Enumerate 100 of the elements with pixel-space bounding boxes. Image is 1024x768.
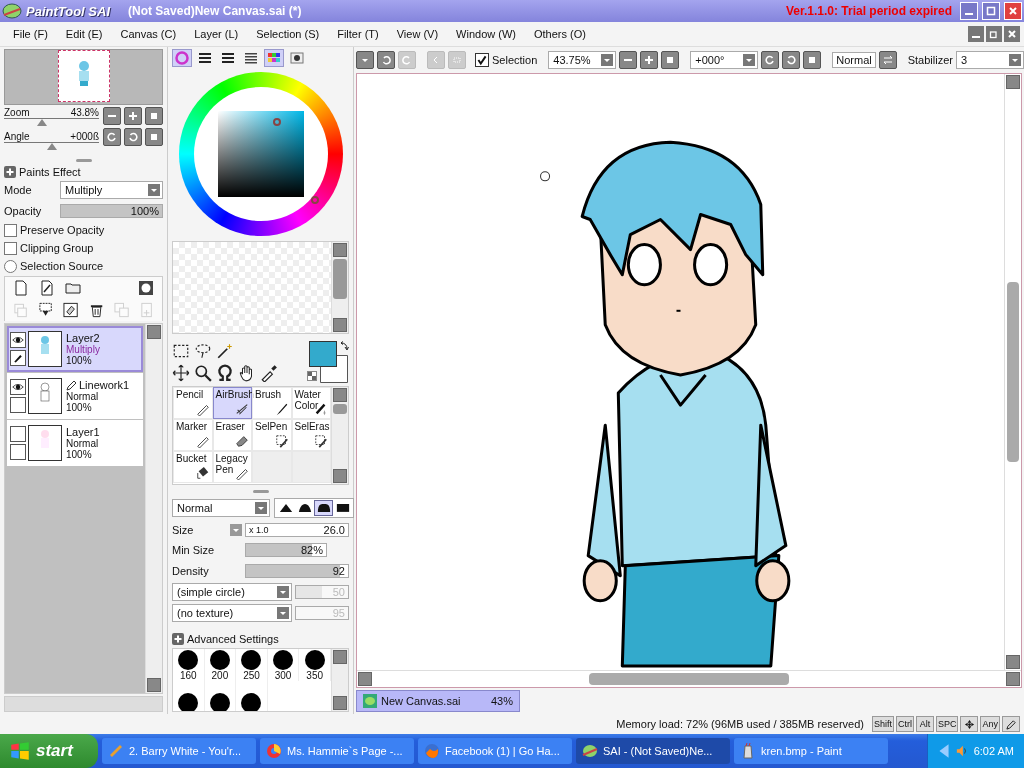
scrollbar[interactable] [331, 386, 348, 484]
zoom-slider[interactable] [4, 118, 99, 127]
scrollbar[interactable] [1004, 74, 1021, 670]
zoom-in-button[interactable] [640, 51, 659, 69]
brush-shape-option[interactable] [314, 499, 333, 516]
start-button[interactable]: start [0, 734, 98, 768]
rotate-left-button[interactable] [761, 51, 780, 69]
rotate-right-button[interactable] [124, 128, 142, 146]
caret-icon[interactable] [230, 523, 242, 536]
taskbar-item[interactable]: kren.bmp - Paint [734, 738, 888, 764]
reset-angle-button[interactable] [145, 128, 163, 146]
taskbar-item[interactable]: Facebook (1) | Go Ha... [418, 738, 572, 764]
trash-icon[interactable] [88, 302, 104, 318]
edit-toggle[interactable] [10, 350, 26, 366]
swap-colors-icon[interactable] [339, 340, 349, 351]
new-layer-icon[interactable] [13, 280, 29, 296]
color-panel-tab[interactable] [172, 49, 192, 67]
brush-tool[interactable]: Legacy Pen [212, 450, 252, 483]
blend-mode-dropdown[interactable]: Normal [172, 498, 270, 517]
scroll-up-button[interactable] [333, 387, 347, 402]
stabilizer-dropdown[interactable]: 3 [955, 51, 1024, 69]
eyedropper-icon[interactable] [260, 363, 278, 382]
lasso-icon[interactable] [194, 341, 212, 360]
scrollbar[interactable] [331, 242, 348, 333]
default-colors-icon[interactable] [307, 370, 317, 381]
brush-tool[interactable]: SelEras [291, 418, 331, 451]
folder-icon[interactable] [65, 280, 81, 296]
speaker-icon[interactable] [955, 743, 968, 759]
swatch-area[interactable] [173, 242, 331, 333]
maximize-button[interactable] [982, 2, 1000, 20]
brush-size-preset[interactable]: 350 [299, 649, 331, 681]
brush-tool[interactable]: Brush [252, 386, 292, 419]
menu-item[interactable]: Others (O) [524, 28, 595, 40]
menu-item[interactable]: File (F) [4, 28, 57, 40]
scroll-down-button[interactable] [333, 468, 347, 483]
rotate-left-button[interactable] [103, 128, 121, 146]
checkbox[interactable] [475, 53, 489, 67]
minimize-button[interactable] [960, 2, 978, 20]
menu-item[interactable]: Selection (S) [247, 28, 329, 40]
reset-angle-button[interactable] [803, 51, 822, 69]
angle-dropdown[interactable]: +000° [690, 51, 759, 69]
move-icon[interactable] [172, 363, 190, 382]
taskbar-item[interactable]: 2. Barry White - You'r... [102, 738, 256, 764]
secondary-color[interactable] [320, 354, 348, 383]
layer-row[interactable]: Layer2 Multiply 100% [7, 326, 143, 372]
brush-size-preset[interactable]: 300 [267, 649, 300, 681]
scroll-thumb[interactable] [589, 673, 789, 685]
radio-button[interactable] [4, 259, 17, 273]
zoom-dropdown[interactable]: 43.75% [548, 51, 617, 69]
visibility-toggle[interactable] [10, 332, 26, 348]
scroll-thumb[interactable] [1007, 282, 1019, 462]
menu-item[interactable]: Layer (L) [185, 28, 248, 40]
menu-item[interactable]: Canvas (C) [111, 28, 186, 40]
taskbar-item[interactable]: Ms. Hammie`s Page -... [260, 738, 414, 764]
close-button[interactable] [1004, 26, 1020, 42]
blend-mode-field[interactable]: Normal [832, 52, 876, 68]
scroll-thumb[interactable] [333, 403, 347, 414]
checkbox[interactable] [4, 223, 17, 237]
zoom-in-button[interactable] [124, 107, 142, 125]
layer-row[interactable]: Layer1 Normal 100% [7, 420, 143, 466]
scroll-down-button[interactable] [333, 317, 347, 332]
primary-color[interactable] [309, 340, 337, 367]
scroll-thumb[interactable] [333, 259, 347, 299]
brush-size-preset[interactable]: 160 [173, 649, 205, 681]
taskbar-item[interactable]: SAI - (Not Saved)Ne... [576, 738, 730, 764]
brush-tool[interactable]: Bucket [173, 450, 213, 483]
merge-down-icon[interactable] [38, 302, 54, 318]
expand-icon[interactable] [172, 633, 184, 645]
mode-dropdown[interactable]: Multiply [60, 180, 163, 199]
visibility-toggle[interactable] [10, 426, 26, 442]
edit-toggle[interactable] [10, 444, 26, 460]
horizontal-scrollbar[interactable] [4, 696, 163, 712]
visibility-toggle[interactable] [10, 379, 26, 395]
zoom-icon[interactable] [194, 363, 212, 382]
brush-tool[interactable]: Water Color [291, 386, 331, 419]
zoom-out-button[interactable] [619, 51, 638, 69]
brush-tool[interactable]: Pencil [173, 386, 213, 419]
magic-wand-icon[interactable] [216, 341, 234, 360]
menu-item[interactable]: Window (W) [447, 28, 525, 40]
brush-size-preset[interactable]: 200 [204, 649, 237, 681]
brush-tool[interactable]: SelPen [252, 418, 292, 451]
brush-tool[interactable]: Marker [173, 418, 213, 451]
minimize-button[interactable] [968, 26, 984, 42]
reset-zoom-button[interactable] [145, 107, 163, 125]
color-panel-tab[interactable] [287, 49, 307, 67]
rotate-icon[interactable] [216, 363, 234, 382]
texture-dropdown[interactable]: (no texture) [172, 604, 292, 622]
brush-tool[interactable]: Eraser [212, 418, 252, 451]
layer-mask-icon[interactable] [138, 280, 154, 296]
expand-icon[interactable] [4, 166, 16, 178]
layer-row[interactable]: Linework1 Normal 100% [7, 373, 143, 419]
brush-shape-dropdown[interactable]: (simple circle) [172, 583, 292, 601]
reset-zoom-button[interactable] [661, 51, 680, 69]
close-button[interactable] [1004, 2, 1022, 20]
menu-item[interactable]: Edit (E) [56, 28, 112, 40]
canvas-tab[interactable]: New Canvas.sai 43% [356, 690, 520, 712]
angle-slider[interactable] [4, 142, 99, 151]
clear-layer-icon[interactable] [63, 302, 79, 318]
density-slider[interactable]: 92 [245, 564, 349, 579]
rotate-right-button[interactable] [782, 51, 801, 69]
